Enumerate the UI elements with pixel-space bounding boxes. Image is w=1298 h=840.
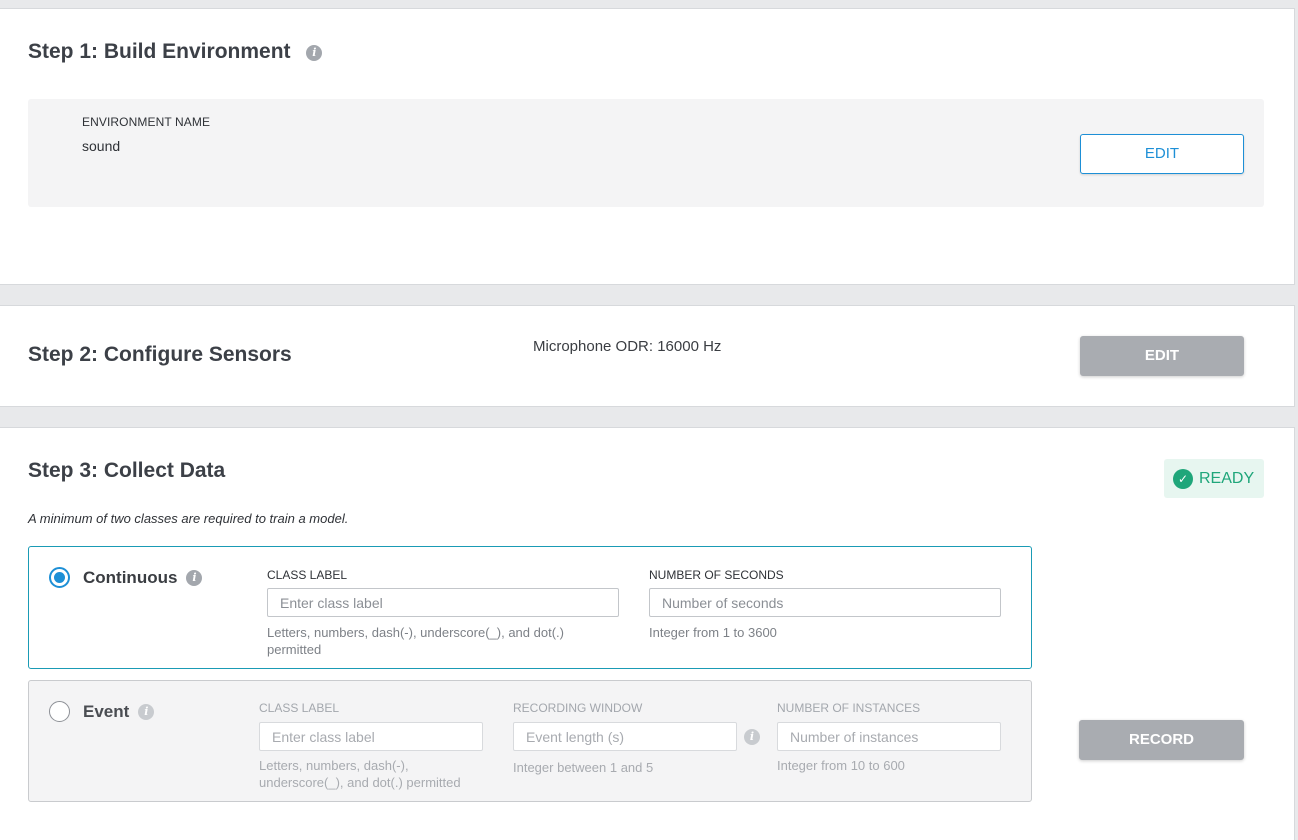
- environment-name-label: ENVIRONMENT NAME: [82, 115, 211, 129]
- event-class-label-field-label: CLASS LABEL: [259, 701, 340, 715]
- continuous-label[interactable]: Continuous: [83, 568, 177, 588]
- environment-summary: ENVIRONMENT NAME sound EDIT: [28, 99, 1264, 207]
- number-of-seconds-hint: Integer from 1 to 3600: [649, 625, 777, 640]
- step1-card: Step 1: Build Environment i ENVIRONMENT …: [0, 8, 1295, 285]
- step3-card: Step 3: Collect Data ✓ READY A minimum o…: [0, 427, 1295, 840]
- number-of-instances-hint: Integer from 10 to 600: [777, 758, 905, 773]
- continuous-label-row: Continuous i: [83, 568, 203, 588]
- class-label-field-label: CLASS LABEL: [267, 568, 348, 582]
- info-icon[interactable]: i: [186, 570, 203, 586]
- environment-name-value: sound: [82, 138, 121, 154]
- class-label-hint: Letters, numbers, dash(-), underscore(_)…: [267, 625, 564, 657]
- info-icon[interactable]: i: [138, 704, 155, 720]
- sensor-odr-info: Microphone ODR: 16000 Hz: [533, 338, 722, 355]
- continuous-mode-panel[interactable]: Continuous i CLASS LABEL Letters, number…: [28, 546, 1032, 669]
- record-button[interactable]: RECORD: [1079, 720, 1244, 760]
- number-of-seconds-input[interactable]: [649, 588, 1001, 617]
- step3-title: Step 3: Collect Data: [28, 459, 226, 482]
- step1-title-row: Step 1: Build Environment i: [28, 40, 323, 64]
- continuous-radio[interactable]: [49, 567, 70, 588]
- step1-title: Step 1: Build Environment: [28, 40, 291, 63]
- event-label-row: Event i: [83, 702, 155, 722]
- edit-environment-button[interactable]: EDIT: [1080, 134, 1244, 174]
- step2-title: Step 2: Configure Sensors: [28, 343, 292, 366]
- event-label[interactable]: Event: [83, 702, 129, 722]
- check-circle-icon: ✓: [1173, 468, 1193, 489]
- event-length-input[interactable]: [513, 722, 737, 751]
- edit-sensors-button[interactable]: EDIT: [1080, 336, 1244, 376]
- number-of-instances-label: NUMBER OF INSTANCES: [777, 701, 921, 715]
- info-icon[interactable]: i: [306, 45, 323, 61]
- number-of-instances-input[interactable]: [777, 722, 1001, 751]
- status-text: READY: [1199, 469, 1255, 487]
- event-class-label-input[interactable]: [259, 722, 483, 751]
- info-icon[interactable]: i: [744, 729, 760, 745]
- step2-card: Step 2: Configure Sensors Microphone ODR…: [0, 305, 1295, 407]
- event-mode-panel[interactable]: Event i CLASS LABEL Letters, numbers, da…: [28, 680, 1032, 802]
- recording-window-label: RECORDING WINDOW: [513, 701, 643, 715]
- status-badge: ✓ READY: [1164, 459, 1264, 498]
- number-of-seconds-label: NUMBER OF SECONDS: [649, 568, 784, 582]
- class-requirement-note: A minimum of two classes are required to…: [28, 511, 349, 526]
- event-class-label-hint: Letters, numbers, dash(-), underscore(_)…: [259, 758, 461, 790]
- continuous-class-label-input[interactable]: [267, 588, 619, 617]
- recording-window-hint: Integer between 1 and 5: [513, 760, 654, 775]
- event-radio[interactable]: [49, 701, 70, 722]
